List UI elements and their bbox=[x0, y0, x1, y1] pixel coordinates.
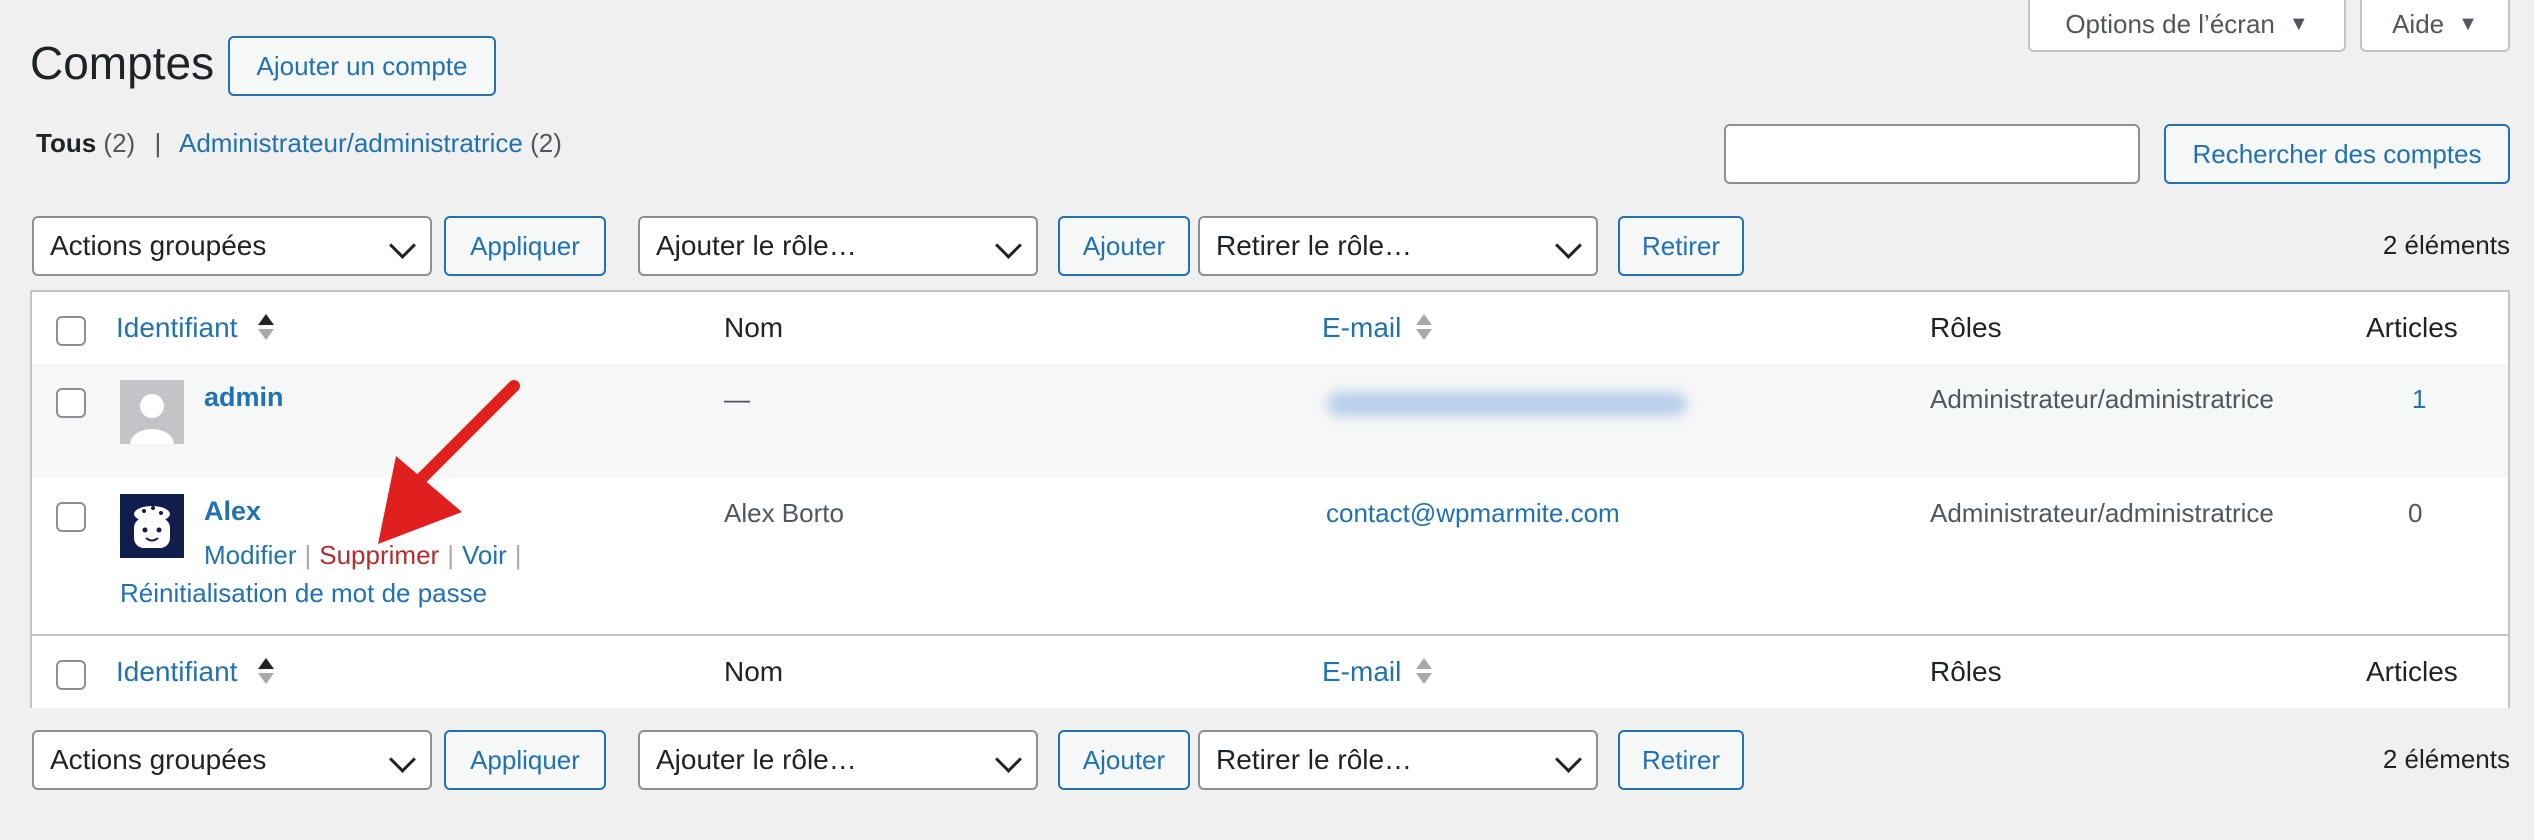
bulk-actions-value: Actions groupées bbox=[50, 230, 267, 261]
reset-password-link[interactable]: Réinitialisation de mot de passe bbox=[120, 578, 487, 608]
items-count: 2 éléments bbox=[2382, 230, 2510, 260]
apply-button[interactable]: Appliquer bbox=[444, 730, 606, 790]
caret-down-icon: ▼ bbox=[2458, 12, 2478, 35]
add-role-select[interactable]: Ajouter le rôle… bbox=[638, 730, 1038, 790]
remove-role-value: Retirer le rôle… bbox=[1216, 230, 1413, 261]
column-email[interactable]: E-mail bbox=[1322, 312, 1401, 344]
row-checkbox[interactable] bbox=[56, 502, 86, 532]
apply-button[interactable]: Appliquer bbox=[444, 216, 606, 276]
table-row: Alex Modifier | Supprimer | Voir | Réinitiali… bbox=[32, 478, 2508, 634]
chevron-down-icon bbox=[995, 746, 1022, 773]
row-actions: Modifier | Supprimer | Voir | bbox=[204, 540, 530, 571]
posts-count: 0 bbox=[2408, 498, 2423, 528]
actions-separator: | bbox=[447, 540, 454, 570]
row-checkbox[interactable] bbox=[56, 388, 86, 418]
column-email[interactable]: E-mail bbox=[1322, 656, 1401, 688]
add-user-button[interactable]: Ajouter un compte bbox=[228, 36, 496, 96]
sort-icon[interactable] bbox=[1416, 658, 1432, 684]
default-avatar-icon bbox=[120, 380, 184, 444]
view-admin-link[interactable]: Administrateur/administratrice bbox=[179, 128, 523, 158]
chevron-down-icon bbox=[1555, 232, 1582, 259]
sort-ascending-icon[interactable] bbox=[258, 314, 274, 340]
search-input[interactable] bbox=[1724, 124, 2140, 184]
bulk-actions-value: Actions groupées bbox=[50, 744, 267, 775]
remove-role-button[interactable]: Retirer bbox=[1618, 730, 1744, 790]
edit-link[interactable]: Modifier bbox=[204, 540, 296, 570]
help-button[interactable]: Aide ▼ bbox=[2360, 0, 2510, 52]
help-label: Aide bbox=[2392, 8, 2445, 39]
caret-down-icon: ▼ bbox=[2288, 12, 2309, 35]
view-all-count: (2) bbox=[103, 128, 136, 158]
posts-count-link[interactable]: 1 bbox=[2412, 384, 2426, 415]
view-all-label[interactable]: Tous bbox=[36, 128, 96, 158]
chevron-down-icon bbox=[995, 232, 1022, 259]
users-table: Identifiant Nom E-mail Rôles Articles ad… bbox=[30, 290, 2510, 708]
row-actions-line2: Réinitialisation de mot de passe bbox=[120, 578, 487, 609]
column-username[interactable]: Identifiant bbox=[116, 312, 237, 344]
actions-separator: | bbox=[514, 540, 522, 570]
user-name: — bbox=[724, 384, 750, 414]
screen-options-label: Options de l’écran bbox=[2065, 8, 2275, 39]
column-roles: Rôles bbox=[1930, 656, 2002, 687]
add-role-button[interactable]: Ajouter bbox=[1058, 730, 1190, 790]
view-admin-count: (2) bbox=[530, 128, 562, 158]
user-role: Administrateur/administratrice bbox=[1930, 498, 2274, 528]
table-row: admin — Administrateur/administratrice 1 bbox=[32, 364, 2508, 478]
user-email-link[interactable]: contact@wpmarmite.com bbox=[1326, 498, 1620, 529]
chevron-down-icon bbox=[389, 232, 416, 259]
items-count: 2 éléments bbox=[2382, 744, 2510, 774]
table-footer: Identifiant Nom E-mail Rôles Articles bbox=[32, 634, 2508, 708]
search-users-button[interactable]: Rechercher des comptes bbox=[2164, 124, 2510, 184]
screen-options-button[interactable]: Options de l’écran ▼ bbox=[2028, 0, 2346, 52]
chevron-down-icon bbox=[389, 746, 416, 773]
column-posts: Articles bbox=[2366, 656, 2458, 687]
column-name: Nom bbox=[724, 656, 784, 687]
views-separator: | bbox=[154, 128, 162, 158]
views-filter: Tous (2) | Administrateur/administratric… bbox=[36, 128, 562, 159]
remove-role-value: Retirer le rôle… bbox=[1216, 744, 1413, 775]
add-role-value: Ajouter le rôle… bbox=[656, 230, 857, 261]
view-link[interactable]: Voir bbox=[462, 540, 507, 570]
email-redacted bbox=[1327, 392, 1687, 416]
column-name: Nom bbox=[724, 312, 784, 343]
column-posts: Articles bbox=[2366, 312, 2458, 343]
bulk-actions-select[interactable]: Actions groupées bbox=[32, 730, 432, 790]
add-role-value: Ajouter le rôle… bbox=[656, 744, 857, 775]
username-link[interactable]: admin bbox=[204, 382, 284, 413]
user-name: Alex Borto bbox=[724, 498, 844, 528]
delete-link[interactable]: Supprimer bbox=[319, 540, 439, 570]
marmite-avatar-icon bbox=[120, 494, 184, 558]
remove-role-button[interactable]: Retirer bbox=[1618, 216, 1744, 276]
remove-role-select[interactable]: Retirer le rôle… bbox=[1198, 730, 1598, 790]
remove-role-select[interactable]: Retirer le rôle… bbox=[1198, 216, 1598, 276]
add-role-button[interactable]: Ajouter bbox=[1058, 216, 1190, 276]
username-link[interactable]: Alex bbox=[204, 496, 261, 527]
users-page: Options de l’écran ▼ Aide ▼ Comptes Ajou… bbox=[0, 0, 2534, 840]
select-all-checkbox[interactable] bbox=[56, 660, 86, 690]
user-role: Administrateur/administratrice bbox=[1930, 384, 2274, 414]
actions-separator: | bbox=[304, 540, 312, 570]
sort-ascending-icon[interactable] bbox=[258, 658, 274, 684]
bulk-actions-select[interactable]: Actions groupées bbox=[32, 216, 432, 276]
select-all-checkbox[interactable] bbox=[56, 316, 86, 346]
column-roles: Rôles bbox=[1930, 312, 2002, 343]
chevron-down-icon bbox=[1555, 746, 1582, 773]
add-role-select[interactable]: Ajouter le rôle… bbox=[638, 216, 1038, 276]
sort-icon[interactable] bbox=[1416, 314, 1432, 340]
column-username[interactable]: Identifiant bbox=[116, 656, 237, 688]
page-title: Comptes bbox=[30, 37, 215, 89]
table-header: Identifiant Nom E-mail Rôles Articles bbox=[32, 292, 2508, 366]
